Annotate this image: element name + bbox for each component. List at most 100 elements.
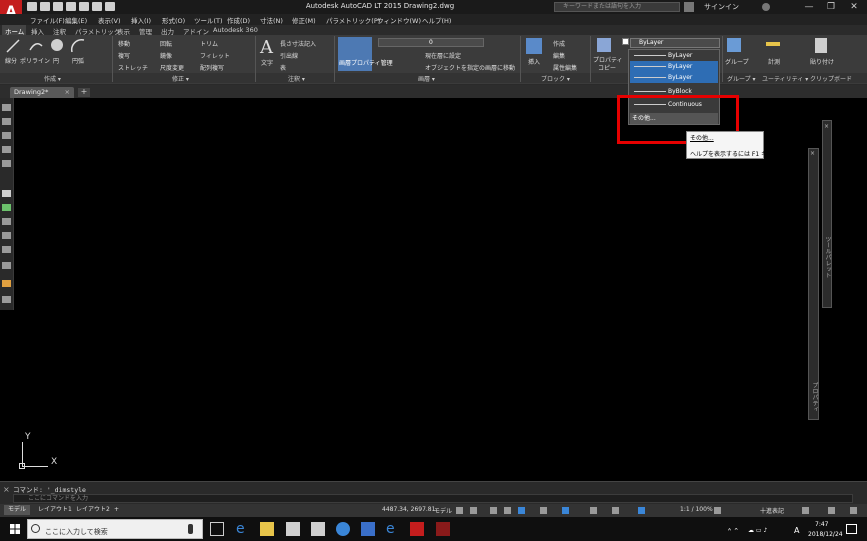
move-button[interactable]: 移動: [118, 39, 130, 48]
palette-tool-icon[interactable]: [2, 262, 11, 269]
close-tab-icon[interactable]: ×: [65, 87, 70, 98]
table-button[interactable]: 表: [280, 63, 286, 72]
palette-tool-icon[interactable]: [2, 280, 11, 287]
save-icon[interactable]: [53, 2, 63, 11]
new-tab-button[interactable]: +: [78, 88, 90, 97]
file-explorer-icon[interactable]: [260, 522, 274, 536]
menu-dimension[interactable]: 寸法(N): [260, 15, 283, 25]
isolate-icon[interactable]: [802, 507, 809, 514]
layer-dropdown[interactable]: 0: [378, 38, 484, 47]
edge-icon[interactable]: e: [236, 522, 250, 536]
app-icon[interactable]: [361, 522, 375, 536]
menu-insert[interactable]: 挿入(I): [131, 15, 151, 25]
help-icon[interactable]: [762, 3, 770, 11]
palette-tool-icon[interactable]: [2, 190, 11, 197]
leader-button[interactable]: 引出線: [280, 51, 298, 60]
array-button[interactable]: 配列複写: [200, 63, 224, 72]
block-group-label[interactable]: ブロック ▾: [541, 74, 570, 83]
transparency-icon[interactable]: [590, 507, 597, 514]
palette-tool-icon[interactable]: [2, 146, 11, 153]
line-icon[interactable]: [5, 38, 21, 54]
menu-file[interactable]: ファイル(F): [30, 15, 65, 25]
properties-panel[interactable]: [808, 148, 819, 420]
mail-icon[interactable]: [286, 522, 300, 536]
create-block-button[interactable]: 作成: [553, 39, 565, 48]
menu-draw[interactable]: 作成(D): [227, 15, 250, 25]
properties-icon[interactable]: [597, 38, 611, 52]
menu-edit[interactable]: 編集(E): [65, 15, 87, 25]
clock-date[interactable]: 2018/12/24: [808, 531, 843, 538]
draw-group-label[interactable]: 作成 ▾: [44, 74, 61, 83]
app-icon[interactable]: [436, 522, 450, 536]
layout-tab-model[interactable]: モデル: [4, 505, 31, 515]
palette-tool-icon[interactable]: [2, 104, 11, 111]
linear-dimension-button[interactable]: 長さ寸法記入: [280, 39, 316, 48]
edit-attribute-button[interactable]: 属性編集: [553, 63, 577, 72]
binoculars-icon[interactable]: [684, 2, 694, 12]
move-to-layer-button[interactable]: オブジェクトを指定の画層に移動: [425, 63, 515, 72]
text-icon[interactable]: A: [260, 37, 273, 58]
redo-icon[interactable]: [105, 2, 115, 11]
layers-group-label[interactable]: 画層 ▾: [418, 74, 435, 83]
palette-tool-icon[interactable]: [2, 232, 11, 239]
osnap-icon[interactable]: [518, 507, 525, 514]
palette-tool-icon[interactable]: [2, 204, 11, 211]
mirror-button[interactable]: 鏡像: [160, 51, 172, 60]
close-button[interactable]: ✕: [843, 0, 865, 14]
lineweight-icon[interactable]: [562, 507, 569, 514]
modify-group-label[interactable]: 修正 ▾: [172, 74, 189, 83]
grid-icon[interactable]: [456, 507, 463, 514]
workspace-gear-icon[interactable]: [714, 507, 721, 514]
annotation-visibility-icon[interactable]: [638, 507, 645, 514]
command-close-icon[interactable]: ×: [3, 485, 10, 494]
clipboard-group-label[interactable]: クリップボード: [810, 74, 852, 83]
color-swatch[interactable]: [622, 38, 629, 45]
layout-tab-1[interactable]: レイアウト1: [34, 505, 76, 515]
palette-tool-icon[interactable]: [2, 246, 11, 253]
linetype-dropdown[interactable]: ByLayer: [630, 38, 720, 48]
groups-group-label[interactable]: グループ ▾: [727, 74, 756, 83]
linetype-option[interactable]: ByLayer: [630, 50, 718, 61]
statusbar-menu-icon[interactable]: [850, 507, 857, 514]
undo-icon[interactable]: [92, 2, 102, 11]
menu-view[interactable]: 表示(V): [98, 15, 121, 25]
trim-button[interactable]: トリム: [200, 39, 218, 48]
menu-window[interactable]: ウィンドウ(W): [377, 15, 421, 25]
tab-autodesk360[interactable]: Autodesk 360: [213, 26, 258, 34]
palette-close-icon[interactable]: ×: [824, 123, 829, 130]
properties-close-icon[interactable]: ×: [810, 150, 815, 157]
menu-help[interactable]: ヘルプ(H): [422, 15, 451, 25]
document-tab[interactable]: Drawing2* ×: [10, 87, 74, 98]
otrack-icon[interactable]: [540, 507, 547, 514]
notification-icon[interactable]: [846, 524, 857, 534]
stretch-button[interactable]: ストレッチ: [118, 63, 148, 72]
group-icon[interactable]: [727, 38, 741, 52]
tool-palette-panel[interactable]: [822, 120, 832, 308]
measure-icon[interactable]: [766, 42, 780, 46]
new-file-icon[interactable]: [27, 2, 37, 11]
store-icon[interactable]: [311, 522, 325, 536]
ime-indicator[interactable]: ᴬ ⌃: [728, 527, 739, 535]
polyline-icon[interactable]: [28, 38, 44, 54]
menu-tools[interactable]: ツール(T): [194, 15, 223, 25]
fillet-button[interactable]: フィレット: [200, 51, 230, 60]
units-display[interactable]: 十進表記: [760, 506, 784, 515]
menu-format[interactable]: 形式(O): [162, 15, 185, 25]
signin-button[interactable]: サインイン: [704, 2, 739, 12]
system-tray-icons[interactable]: ☁ ▭ ♪: [748, 527, 788, 535]
command-input[interactable]: ここにコマンドを入力: [13, 494, 853, 503]
polar-icon[interactable]: [504, 507, 511, 514]
selection-cycling-icon[interactable]: [612, 507, 619, 514]
layout-tab-2[interactable]: レイアウト2: [72, 505, 114, 515]
palette-tool-icon[interactable]: [2, 218, 11, 225]
palette-tool-icon[interactable]: [2, 132, 11, 139]
linetype-option-selected[interactable]: ByLayer: [630, 61, 718, 72]
menu-modify[interactable]: 修正(M): [292, 15, 316, 25]
layout-tab-add[interactable]: +: [110, 505, 123, 515]
app-icon[interactable]: [336, 522, 350, 536]
linetype-option[interactable]: ByLayer: [630, 72, 718, 83]
utilities-group-label[interactable]: ユーティリティ ▾: [762, 74, 808, 83]
internet-explorer-icon[interactable]: e: [386, 522, 400, 536]
input-mode-indicator[interactable]: A: [794, 526, 799, 535]
menu-parametric[interactable]: パラメトリック(P): [326, 15, 380, 25]
